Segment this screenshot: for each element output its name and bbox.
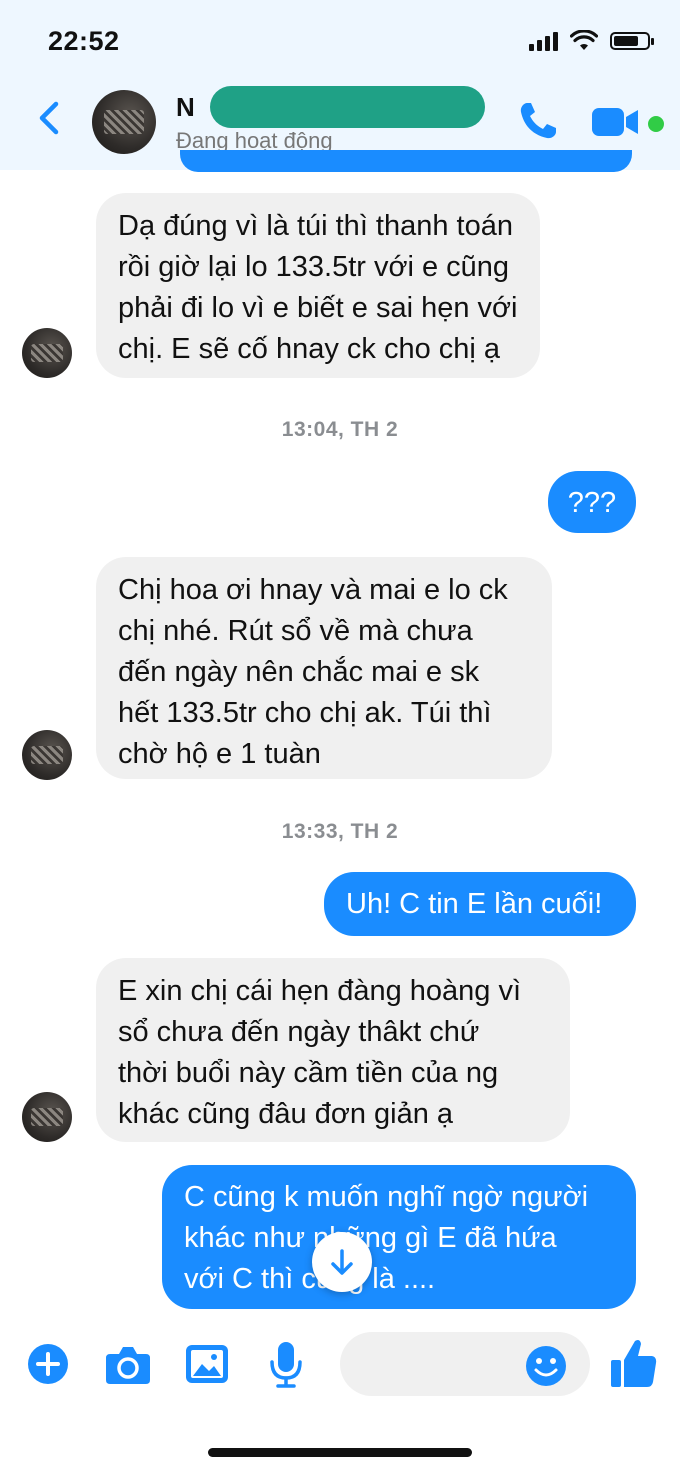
microphone-icon[interactable] (268, 1340, 304, 1390)
previous-message-bubble-edge (180, 150, 632, 172)
wifi-icon (570, 30, 598, 50)
back-chevron-icon[interactable] (30, 98, 70, 138)
incoming-message-bubble[interactable]: Dạ đúng vì là túi thì thanh toán rồi giờ… (96, 193, 540, 378)
contact-name[interactable]: N (176, 92, 195, 123)
cellular-signal-icon (529, 31, 558, 51)
plus-circle-icon[interactable] (26, 1342, 70, 1386)
contact-avatar[interactable] (92, 90, 156, 154)
incoming-message-bubble[interactable]: E xin chị cái hẹn đàng hoàng vì sổ chưa … (96, 958, 570, 1142)
status-icons (529, 30, 654, 52)
battery-icon (610, 32, 654, 50)
incoming-message-bubble[interactable]: Chị hoa ơi hnay và mai e lo ck chị nhé. … (96, 557, 552, 779)
thumbs-up-icon[interactable] (608, 1336, 658, 1390)
message-composer (0, 1320, 680, 1410)
emoji-icon[interactable] (524, 1344, 568, 1388)
message-timestamp: 13:04, TH 2 (281, 418, 399, 441)
phone-call-icon[interactable] (515, 98, 561, 144)
gallery-image-icon[interactable] (184, 1342, 230, 1386)
name-redaction (210, 86, 485, 128)
online-indicator (648, 116, 664, 132)
sender-avatar[interactable] (22, 730, 72, 780)
clock: 22:52 (48, 26, 120, 56)
outgoing-message-bubble[interactable]: ??? (548, 471, 636, 533)
sender-avatar[interactable] (22, 328, 72, 378)
outgoing-message-bubble[interactable]: Uh! C tin E lần cuối! (324, 872, 636, 936)
message-timestamp: 13:33, TH 2 (281, 820, 399, 843)
home-indicator (208, 1448, 472, 1457)
arrow-down-icon (331, 1249, 353, 1275)
outgoing-message-bubble[interactable]: C cũng k muốn nghĩ ngờ người khác như nh… (162, 1165, 636, 1309)
scroll-to-bottom-button[interactable] (312, 1232, 372, 1292)
status-bar: 22:52 (0, 0, 680, 80)
sender-avatar[interactable] (22, 1092, 72, 1142)
video-call-icon[interactable] (590, 102, 642, 142)
camera-icon[interactable] (104, 1342, 152, 1386)
